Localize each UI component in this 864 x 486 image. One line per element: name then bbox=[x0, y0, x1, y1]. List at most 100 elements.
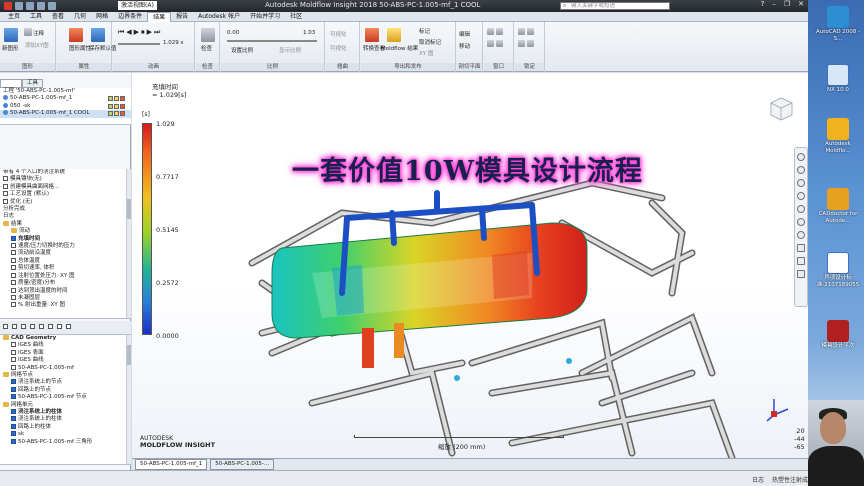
tree-item[interactable]: 浇注系统上的节点 bbox=[0, 379, 131, 386]
tab-tools-panel[interactable]: 工具 bbox=[22, 79, 44, 88]
restore-button[interactable]: ❐ bbox=[784, 0, 790, 8]
tab-mesh[interactable]: 网格 bbox=[91, 12, 113, 22]
annotation-button[interactable]: 注释 bbox=[33, 29, 44, 37]
pan-icon[interactable] bbox=[797, 166, 805, 174]
tree-item[interactable]: 分析完成 bbox=[0, 206, 131, 213]
tab-project[interactable] bbox=[0, 79, 22, 88]
layer-props-icon[interactable] bbox=[30, 324, 35, 329]
view-cube-icon[interactable] bbox=[766, 93, 796, 123]
checkbox-icon[interactable] bbox=[11, 302, 16, 308]
animation-slider[interactable] bbox=[118, 43, 160, 45]
layer-clean-icon[interactable] bbox=[57, 324, 62, 329]
tree-item[interactable]: 注射位置处压力: XY 图 bbox=[0, 272, 131, 280]
measure-icon[interactable] bbox=[797, 270, 805, 278]
status-log[interactable]: 日志 bbox=[752, 475, 764, 484]
animation-controls[interactable]: ⏮◀▶⏹▶⏭ bbox=[118, 28, 162, 37]
desktop-icon-autocad[interactable]: AutoCAD 2008 - S... bbox=[814, 6, 862, 43]
tree-item[interactable]: 50-ABS-PC-1.005-mf bbox=[0, 364, 131, 372]
tree-item[interactable]: 日志 bbox=[0, 213, 131, 220]
minimize-button[interactable]: – bbox=[772, 0, 776, 8]
study-item[interactable]: 050 -sk bbox=[0, 102, 131, 110]
study-scrollbar[interactable] bbox=[126, 169, 131, 318]
doc-tab[interactable]: 50-ABS-PC-1.005-... bbox=[210, 459, 275, 470]
window-cascade-icon[interactable] bbox=[496, 28, 503, 35]
tab-results[interactable]: 结果 bbox=[147, 11, 172, 22]
moldflow-results-button[interactable]: Moldflow 结果 bbox=[381, 44, 418, 52]
search-input[interactable]: ⌕ 键入关键字或短语 bbox=[560, 2, 670, 10]
tab-tools[interactable]: 工具 bbox=[25, 12, 47, 22]
tree-item[interactable]: 流动前沿温度 bbox=[0, 250, 131, 257]
layer-assign-icon[interactable] bbox=[39, 324, 44, 329]
save-icon[interactable] bbox=[26, 2, 34, 10]
desktop-icon-platform[interactable]: 模具设计平次 bbox=[814, 320, 862, 350]
desktop-icon-doc[interactable]: 异项设计标准-2107189055 bbox=[814, 252, 862, 289]
move-clip-button[interactable]: 移动 bbox=[459, 42, 470, 50]
tab-view[interactable]: 查看 bbox=[47, 12, 69, 22]
edit-clip-button[interactable]: 编辑 bbox=[459, 30, 470, 38]
checkbox-icon[interactable] bbox=[11, 250, 16, 256]
tab-boundary[interactable]: 边界条件 bbox=[113, 12, 147, 22]
moldflow-results-icon[interactable] bbox=[387, 28, 401, 42]
plot-properties-icon[interactable] bbox=[69, 28, 83, 42]
active-view-select[interactable]: 激活视图(A) bbox=[118, 1, 157, 10]
lock-anim-icon[interactable] bbox=[518, 40, 525, 47]
app-menu-icon[interactable] bbox=[4, 2, 12, 10]
save-default-icon[interactable] bbox=[91, 28, 105, 42]
layer-toggle-icon[interactable] bbox=[66, 324, 71, 329]
checkbox-icon[interactable] bbox=[11, 416, 16, 422]
show-scale-button[interactable]: 显示比例 bbox=[279, 46, 301, 54]
add-xy-plot-button[interactable]: 添加XY图 bbox=[25, 41, 49, 49]
new-plot-icon[interactable] bbox=[4, 28, 18, 42]
xy-plot-button[interactable]: XY 图 bbox=[419, 49, 433, 57]
checkbox-icon[interactable] bbox=[3, 183, 8, 189]
study-item-selected[interactable]: 50-ABS-PC-1.005-mf_1 COOL bbox=[0, 110, 131, 118]
checkbox-icon[interactable] bbox=[11, 257, 16, 263]
checkbox-icon[interactable] bbox=[11, 294, 16, 300]
checkbox-icon[interactable] bbox=[3, 191, 8, 197]
checkbox-icon[interactable] bbox=[11, 349, 16, 355]
tab-home[interactable]: 主页 bbox=[3, 12, 25, 22]
checkbox-icon[interactable] bbox=[11, 287, 16, 293]
tree-item[interactable]: 流动 bbox=[0, 228, 131, 235]
desktop-icon-moldflow[interactable]: Autodesk Moldflo... bbox=[814, 118, 862, 155]
layers-scrollbar[interactable] bbox=[126, 335, 131, 464]
tree-item[interactable]: IGES 曲线 bbox=[0, 357, 131, 364]
help-icon[interactable]: ? bbox=[761, 0, 765, 8]
window-new-icon[interactable] bbox=[496, 40, 503, 47]
checkbox-icon[interactable] bbox=[11, 438, 16, 444]
convert-view-icon[interactable] bbox=[365, 28, 379, 42]
tab-community[interactable]: 社区 bbox=[285, 12, 307, 22]
inspect-button[interactable]: 检查 bbox=[201, 44, 212, 52]
layer-new-icon[interactable] bbox=[3, 324, 8, 329]
study-item[interactable]: 50-ABS-PC-1.005-mf_1 bbox=[0, 95, 131, 102]
desktop-icon-nx[interactable]: NX 10.0 bbox=[814, 64, 862, 94]
tree-item[interactable]: 模具镶块(无) bbox=[0, 176, 131, 183]
scale-slider[interactable] bbox=[227, 40, 317, 42]
model-viewport[interactable]: 充填时间 = 1.029[s] [s] 1.029 0.7717 0.5145 … bbox=[132, 73, 808, 458]
checkbox-icon[interactable] bbox=[11, 265, 16, 271]
checkbox-icon[interactable] bbox=[11, 379, 16, 385]
window-split-icon[interactable] bbox=[487, 40, 494, 47]
window-tile-icon[interactable] bbox=[487, 28, 494, 35]
new-plot-button[interactable]: 新图形 bbox=[2, 44, 19, 52]
checkbox-icon[interactable] bbox=[11, 280, 16, 286]
checkbox-icon[interactable] bbox=[11, 394, 16, 400]
checkbox-icon[interactable] bbox=[11, 386, 16, 392]
layer-expand-icon[interactable] bbox=[48, 324, 53, 329]
open-icon[interactable] bbox=[15, 2, 23, 10]
mark-button[interactable]: 标记 bbox=[419, 27, 430, 35]
steering-wheel-icon[interactable] bbox=[797, 153, 805, 161]
plot-properties-button[interactable]: 图形属性 bbox=[69, 44, 91, 52]
project-root[interactable]: 工程 '50-ABS-PC-1.005-mf' bbox=[0, 88, 131, 95]
layer-activate-icon[interactable] bbox=[21, 324, 26, 329]
tree-item[interactable]: 达到顶出温度的时间 bbox=[0, 287, 131, 295]
checkbox-icon[interactable] bbox=[11, 243, 16, 249]
tree-item[interactable]: 工艺设置 (默认) bbox=[0, 191, 131, 198]
rotate-icon[interactable] bbox=[797, 179, 805, 187]
visualize-button-1[interactable]: 可视化 bbox=[330, 30, 347, 38]
checkbox-icon[interactable] bbox=[3, 176, 8, 182]
tree-item[interactable]: 50-ABS-PC-1.005-mf 节点 bbox=[0, 394, 131, 401]
lock-plot-icon[interactable] bbox=[527, 28, 534, 35]
lock-view-icon[interactable] bbox=[518, 28, 525, 35]
checkbox-icon[interactable] bbox=[11, 431, 16, 437]
